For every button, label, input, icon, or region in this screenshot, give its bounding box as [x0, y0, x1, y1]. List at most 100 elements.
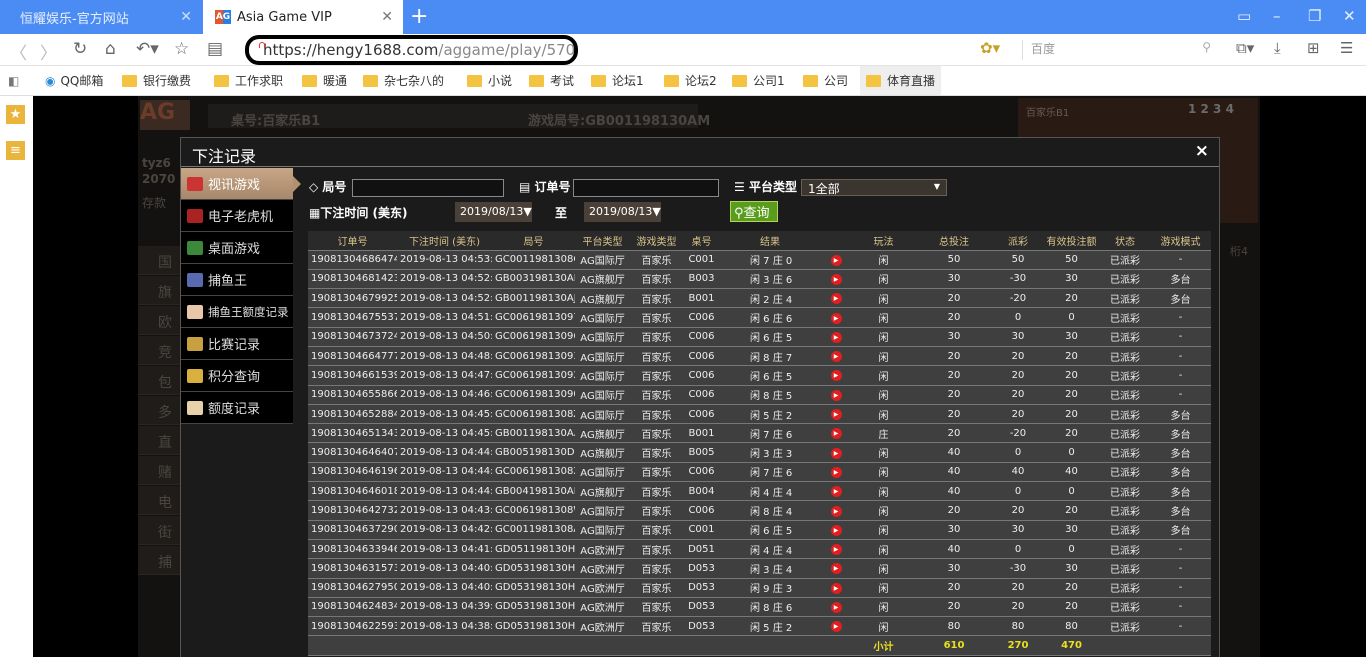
status-cell: 已派彩 [1100, 250, 1150, 270]
round-input[interactable] [352, 179, 504, 197]
play-video-icon[interactable]: ▶ [830, 331, 842, 343]
query-button[interactable]: ⚲查询 [730, 201, 778, 222]
bookmark-folder[interactable]: 工作求职 [214, 66, 283, 95]
sidebar-toggle-icon[interactable]: ◧ [8, 66, 19, 95]
play-video-icon[interactable]: ▶ [830, 544, 842, 556]
bookmark-label: 银行缴费 [143, 74, 192, 88]
play-video-icon[interactable]: ▶ [830, 582, 842, 594]
game-menu-item[interactable]: 竞 [138, 336, 180, 365]
cell: 多台 [1150, 462, 1211, 483]
screenshot-icon[interactable]: ⧉▾ [1236, 39, 1254, 57]
notes-icon[interactable]: ≡ [6, 141, 25, 160]
bookmark-folder[interactable]: 公司 [803, 66, 848, 95]
favorites-star-icon[interactable]: ★ [6, 105, 25, 124]
game-menu-item[interactable]: 国际 [138, 246, 180, 275]
address-bar[interactable]: https://hengy1688.com/aggame/play/570 [245, 35, 578, 65]
home-icon[interactable]: ⌂ [105, 39, 116, 59]
reload-icon[interactable]: ↻ [73, 39, 87, 59]
play-video-icon[interactable]: ▶ [830, 293, 842, 305]
play-video-icon[interactable]: ▶ [830, 389, 842, 401]
menu-item-3[interactable]: 捕鱼王 [181, 264, 293, 296]
table-row: 1908130462259362019-08-13 04:38:50GD0531… [308, 616, 1211, 637]
bookmark-folder[interactable]: 论坛2 [664, 66, 717, 95]
game-menu-item[interactable]: 直 [138, 426, 180, 455]
video-tabs[interactable]: 1 2 3 4 [1188, 102, 1234, 116]
close-tab-icon[interactable]: ✕ [180, 9, 192, 25]
date-to-select[interactable]: 2019/08/13▼ [584, 202, 661, 222]
game-menu-item[interactable]: 赌 [138, 456, 180, 485]
reader-icon[interactable]: ▤ [207, 39, 223, 59]
bookmark-qqmail[interactable]: ◉ QQ邮箱 [45, 66, 103, 95]
sidebar-layout-icon[interactable]: ▭ [1237, 7, 1251, 25]
bookmark-folder[interactable]: 体育直播 [860, 66, 942, 95]
star-icon[interactable]: ☆ [174, 39, 189, 59]
bookmark-folder[interactable]: 公司1 [732, 66, 785, 95]
game-menu-item[interactable]: 包 [138, 366, 180, 395]
cell: 190813046814238 [308, 269, 397, 290]
platform-select[interactable]: 1全部 [801, 179, 947, 196]
menu-icon[interactable]: ☰ [1340, 39, 1353, 57]
play-video-icon[interactable]: ▶ [830, 273, 842, 285]
search-input[interactable]: 百度 ⚲ [1022, 40, 1217, 60]
date-from-select[interactable]: 2019/08/13▼ [455, 202, 532, 222]
play-video-icon[interactable]: ▶ [830, 370, 842, 382]
menu-item-5[interactable]: 比赛记录 [181, 328, 293, 360]
status-cell: 已派彩 [1100, 288, 1150, 309]
bee-extension-icon[interactable]: ✿▾ [980, 39, 1000, 57]
play-video-icon[interactable]: ▶ [830, 621, 842, 633]
cell: B005 [683, 442, 720, 463]
menu-item-4[interactable]: 捕鱼王额度记录 [181, 296, 293, 328]
back-icon[interactable]: 〈 [10, 39, 27, 64]
new-tab-icon[interactable]: + [410, 4, 428, 29]
restore-icon[interactable]: ❐ [1308, 7, 1321, 25]
order-input[interactable] [573, 179, 719, 197]
apps-icon[interactable]: ⊞ [1307, 39, 1320, 57]
play-video-icon[interactable]: ▶ [830, 601, 842, 613]
game-menu-item[interactable]: 欧洲 [138, 306, 180, 335]
play-video-icon[interactable]: ▶ [830, 505, 842, 517]
menu-item-7[interactable]: 额度记录 [181, 392, 293, 424]
cell: GB001198130AJ [492, 288, 575, 309]
play-video-icon[interactable]: ▶ [830, 312, 842, 324]
bookmark-folder[interactable]: 暖通 [302, 66, 347, 95]
play-video-icon[interactable]: ▶ [830, 428, 842, 440]
forward-icon[interactable]: 〉 [40, 39, 57, 64]
minimize-icon[interactable]: – [1273, 7, 1281, 25]
game-menu-item[interactable]: 旗舰 [138, 276, 180, 305]
table-header: 订单号 下注时间 (美东) 局号 平台类型 游戏类型 桌号 结果 玩法 总投注 派彩 有效投注额 状态… [308, 231, 1211, 251]
menu-item-6[interactable]: 积分查询 [181, 360, 293, 392]
game-menu-item[interactable]: 多 [138, 396, 180, 425]
play-video-icon[interactable]: ▶ [830, 447, 842, 459]
game-menu-item[interactable]: 街 [138, 516, 180, 545]
play-video-icon[interactable]: ▶ [830, 524, 842, 536]
download-icon[interactable]: ⤓ [1274, 39, 1281, 57]
tab-hengyao[interactable]: 恒耀娱乐-官方网站 ✕ [0, 0, 202, 34]
menu-item-2[interactable]: 桌面游戏 [181, 232, 293, 264]
bookmark-folder[interactable]: 杂七杂八的 [363, 66, 444, 95]
deposit-link[interactable]: 存款 [142, 194, 166, 211]
play-video-icon[interactable]: ▶ [830, 466, 842, 478]
search-icon[interactable]: ⚲ [1202, 40, 1211, 54]
bookmark-folder[interactable]: 银行缴费 [122, 66, 191, 95]
bookmark-label: 体育直播 [887, 74, 936, 88]
play-video-icon[interactable]: ▶ [830, 351, 842, 363]
bookmark-folder[interactable]: 小说 [467, 66, 512, 95]
tab-asia-game-vip[interactable]: AG Asia Game VIP ✕ [203, 0, 403, 34]
bookmark-folder[interactable]: 论坛1 [591, 66, 644, 95]
game-menu-item[interactable]: 捕 [138, 546, 180, 575]
menu-item-1[interactable]: 电子老虎机 [181, 200, 293, 232]
cell: C006 [683, 500, 720, 521]
ag-favicon-icon: AG [215, 10, 231, 24]
close-window-icon[interactable]: ✕ [1343, 7, 1356, 25]
close-icon[interactable]: × [1195, 141, 1209, 161]
game-menu-item[interactable]: 电子 [138, 486, 180, 515]
play-video-icon[interactable]: ▶ [830, 486, 842, 498]
close-tab-icon[interactable]: ✕ [381, 9, 393, 25]
cell: AG国际厅 [575, 462, 630, 483]
play-video-icon[interactable]: ▶ [830, 409, 842, 421]
undo-icon[interactable]: ↶▾ [136, 39, 159, 59]
play-video-icon[interactable]: ▶ [830, 563, 842, 575]
menu-item-0[interactable]: 视讯游戏 [181, 168, 301, 200]
bookmark-folder[interactable]: 考试 [529, 66, 574, 95]
play-video-icon[interactable]: ▶ [830, 254, 842, 266]
